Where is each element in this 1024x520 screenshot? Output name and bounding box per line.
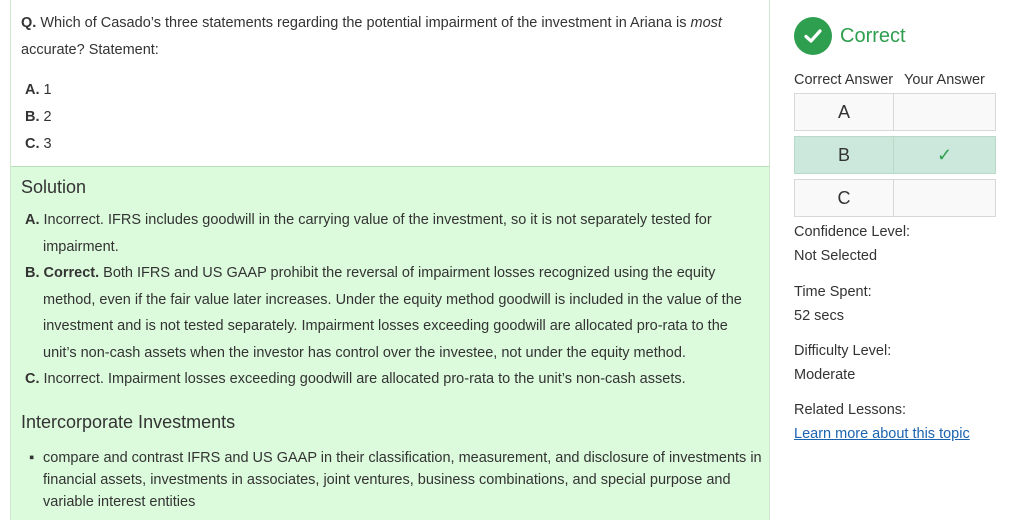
related-lesson-link[interactable]: Learn more about this topic (794, 426, 970, 442)
time-value: 52 secs (794, 308, 844, 324)
option-a[interactable]: A. 1 (25, 78, 52, 105)
question-emphasis: most (690, 15, 722, 31)
difficulty-label: Difficulty Level: (794, 343, 892, 359)
time-spent: Time Spent: 52 secs (794, 280, 872, 328)
answer-table: A B ✓ C (794, 93, 997, 222)
your-answer-header: Your Answer (904, 72, 985, 88)
bullet-icon: ▪ (29, 450, 35, 466)
solution-item-text: Incorrect. Impairment losses exceeding g… (39, 371, 686, 387)
your-answer-cell (894, 93, 996, 131)
correct-answer-cell: A (794, 93, 894, 131)
option-b[interactable]: B. 2 (25, 105, 52, 132)
confidence-label: Confidence Level: (794, 224, 911, 240)
time-label: Time Spent: (794, 284, 872, 300)
solution-item-c: C. Incorrect. Impairment losses exceedin… (25, 366, 755, 393)
solution-title: Solution (21, 177, 87, 197)
topic-bullet-text: compare and contrast IFRS and US GAAP in… (43, 450, 762, 510)
solution-item-label: C. (25, 371, 40, 387)
question-section: Q. Which of Casado’s three statements re… (11, 0, 769, 167)
status-label: Correct (840, 24, 906, 47)
solution-item-text: Incorrect. IFRS includes goodwill in the… (39, 212, 712, 255)
check-circle-icon (794, 17, 832, 55)
result-panel: Correct Correct Answer Your Answer A B ✓… (780, 0, 1010, 520)
answer-row-a: A (794, 93, 997, 131)
question-prefix: Q. (21, 15, 37, 31)
checkmark-icon: ✓ (894, 136, 996, 174)
topic-list: ▪ compare and contrast IFRS and US GAAP … (27, 447, 762, 513)
solution-item-text: Both IFRS and US GAAP prohibit the rever… (43, 265, 742, 361)
difficulty-value: Moderate (794, 367, 856, 383)
status-indicator: Correct (794, 17, 906, 55)
topic-bullet-item: ▪ compare and contrast IFRS and US GAAP … (27, 447, 762, 513)
option-letter: B. (25, 109, 40, 125)
answer-table-header: Correct Answer Your Answer (794, 72, 985, 88)
option-value: 2 (43, 109, 52, 125)
answer-row-c: C (794, 179, 997, 217)
related-lessons: Related Lessons: Learn more about this t… (794, 398, 970, 446)
option-letter: C. (25, 136, 40, 152)
solution-item-b: B. Correct. Both IFRS and US GAAP prohib… (25, 260, 755, 366)
solution-item-label: A. (25, 212, 40, 228)
related-label: Related Lessons: (794, 402, 907, 418)
solution-item-a: A. Incorrect. IFRS includes goodwill in … (25, 207, 755, 260)
question-text-line2: accurate? Statement: (21, 42, 159, 58)
option-value: 3 (43, 136, 52, 152)
question-panel: Q. Which of Casado’s three statements re… (10, 0, 770, 520)
solution-body: A. Incorrect. IFRS includes goodwill in … (25, 207, 755, 393)
answer-options: A. 1 B. 2 C. 3 (25, 78, 52, 159)
question-text-part: Which of Casado’s three statements regar… (36, 15, 691, 31)
confidence-value: Not Selected (794, 248, 878, 264)
correct-answer-header: Correct Answer (794, 72, 894, 88)
correct-answer-cell: B (794, 136, 894, 174)
answer-row-b: B ✓ (794, 136, 997, 174)
your-answer-cell (894, 179, 996, 217)
option-letter: A. (25, 82, 40, 98)
solution-section: Solution A. Incorrect. IFRS includes goo… (11, 167, 769, 520)
confidence-level: Confidence Level: Not Selected (794, 220, 910, 268)
option-c[interactable]: C. 3 (25, 132, 52, 159)
correct-answer-cell: C (794, 179, 894, 217)
difficulty-level: Difficulty Level: Moderate (794, 339, 891, 387)
option-value: 1 (43, 82, 52, 98)
topic-title: Intercorporate Investments (21, 412, 236, 432)
solution-item-label: B. Correct. (25, 265, 100, 281)
question-text: Q. Which of Casado’s three statements re… (21, 10, 751, 64)
